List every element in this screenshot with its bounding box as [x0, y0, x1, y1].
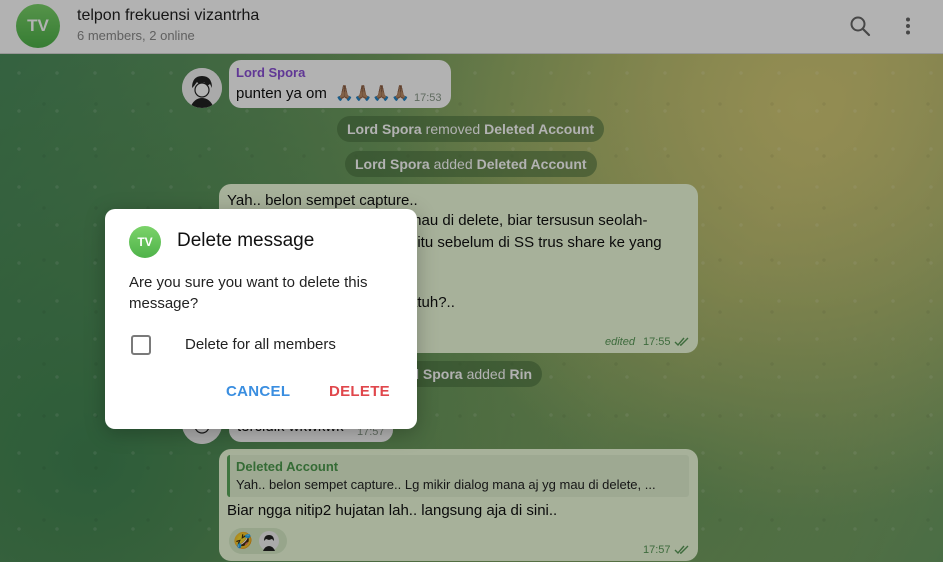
dialog-text: Are you sure you want to delete this mes…: [129, 274, 368, 312]
delete-for-all-label[interactable]: Delete for all members: [185, 336, 336, 353]
dialog-avatar: TV: [129, 226, 161, 258]
delete-button[interactable]: DELETE: [329, 383, 390, 400]
dialog-title: Delete message: [177, 230, 315, 251]
cancel-button[interactable]: CANCEL: [226, 383, 290, 400]
delete-for-all-checkbox[interactable]: [131, 335, 151, 355]
delete-message-dialog: TV Delete message Are you sure you want …: [105, 209, 417, 429]
dialog-avatar-initials: TV: [137, 235, 153, 249]
